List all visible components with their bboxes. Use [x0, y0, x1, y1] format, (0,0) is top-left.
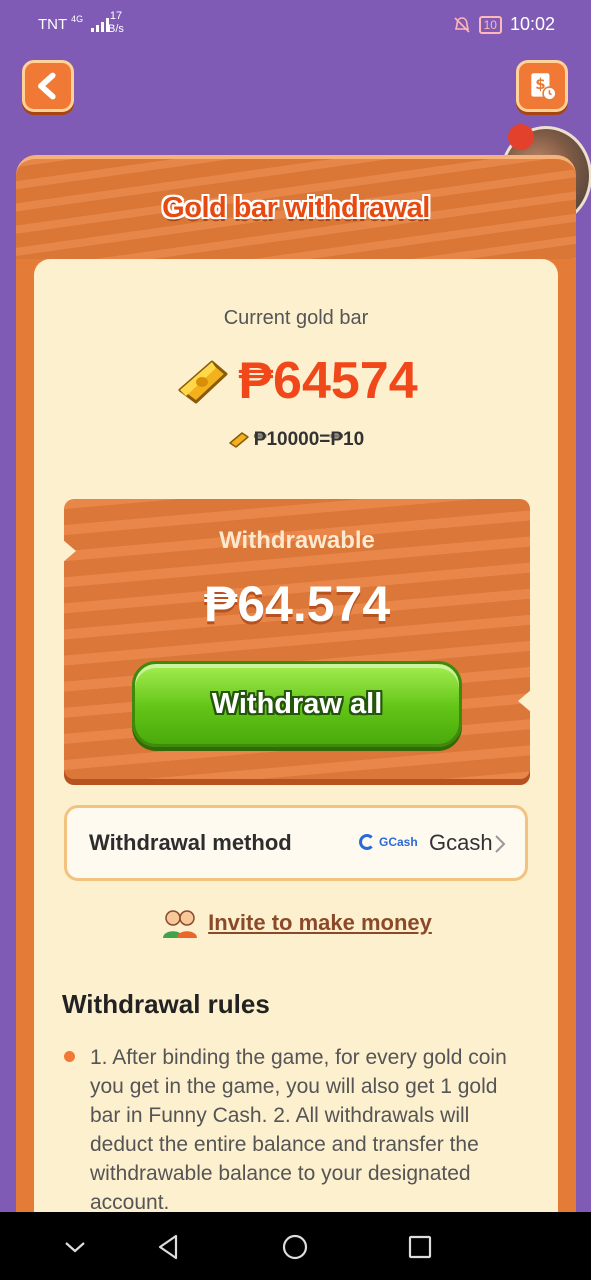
dollar-clock-icon: $: [531, 73, 557, 101]
gold-label: Current gold bar: [223, 307, 369, 329]
bell-muted-icon: [454, 16, 470, 33]
chevron-right-icon: [495, 835, 506, 853]
withdrawal-method-value: Gcash: [429, 830, 493, 855]
invite-row: Invite to make money: [34, 907, 558, 939]
back-triangle-icon[interactable]: [154, 1232, 184, 1262]
withdrawable-amount: ₱64.574: [203, 576, 391, 632]
battery-icon: 10: [478, 15, 502, 34]
clock: 10:02: [509, 14, 555, 34]
gold-bar-small-icon: [229, 432, 249, 448]
withdrawal-method-selector[interactable]: Withdrawal method GCash Gcash: [64, 805, 528, 881]
withdrawable-label: Withdrawable: [219, 527, 375, 554]
withdraw-all-button[interactable]: Withdraw all: [132, 661, 462, 747]
page-title: Gold bar withdrawal: [162, 192, 430, 224]
exchange-rate: ₱10000=₱10: [34, 429, 558, 451]
status-bar: TNT 4G 17 B/s 10 10:02: [0, 0, 591, 50]
content-card: Current gold bar ₱64574 ₱10000=₱10 Withd…: [34, 259, 558, 1279]
main-panel: Gold bar withdrawal Current gold bar ₱64…: [16, 155, 576, 1279]
withdrawal-record-button[interactable]: $: [516, 60, 568, 112]
people-icon: [163, 910, 198, 938]
exchange-rate-text: ₱10000=₱10: [253, 429, 365, 450]
withdrawable-board: Withdrawable ₱64.574 Withdraw all: [62, 499, 532, 779]
rules-text: 1. After binding the game, for every gol…: [90, 1046, 507, 1214]
withdrawal-method-label: Withdrawal method: [89, 830, 292, 855]
net-speed: 17 B/s: [108, 10, 124, 36]
signal-icon: [91, 17, 110, 32]
board-notch-right: [518, 689, 532, 713]
gcash-icon: [359, 834, 375, 850]
status-left: TNT 4G: [38, 13, 110, 33]
bullet-icon: [64, 1051, 75, 1062]
rules-title: Withdrawal rules: [62, 989, 270, 1019]
system-nav-bar: [0, 1212, 591, 1280]
net-speed-value: 17: [109, 10, 123, 22]
gcash-logo: GCash: [359, 834, 418, 850]
recents-square-icon[interactable]: [405, 1232, 435, 1262]
battery-level: 10: [483, 17, 497, 32]
gold-balance-row: ₱64574: [34, 351, 558, 411]
gold-bar-icon: [178, 360, 228, 404]
back-button[interactable]: [22, 60, 74, 112]
net-speed-unit: B/s: [108, 23, 124, 35]
gold-balance: ₱64574: [238, 352, 418, 410]
notification-badge: [508, 124, 534, 150]
gcash-logo-text: GCash: [379, 835, 418, 849]
carrier-name: TNT: [38, 16, 68, 33]
home-circle-icon[interactable]: [280, 1232, 310, 1262]
withdraw-all-label: Withdraw all: [211, 687, 383, 720]
chevron-left-icon: [38, 72, 56, 100]
network-type: 4G: [71, 13, 84, 24]
invite-link[interactable]: Invite to make money: [208, 910, 432, 936]
status-right: 10 10:02: [453, 14, 555, 35]
chevron-down-icon[interactable]: [60, 1232, 90, 1262]
